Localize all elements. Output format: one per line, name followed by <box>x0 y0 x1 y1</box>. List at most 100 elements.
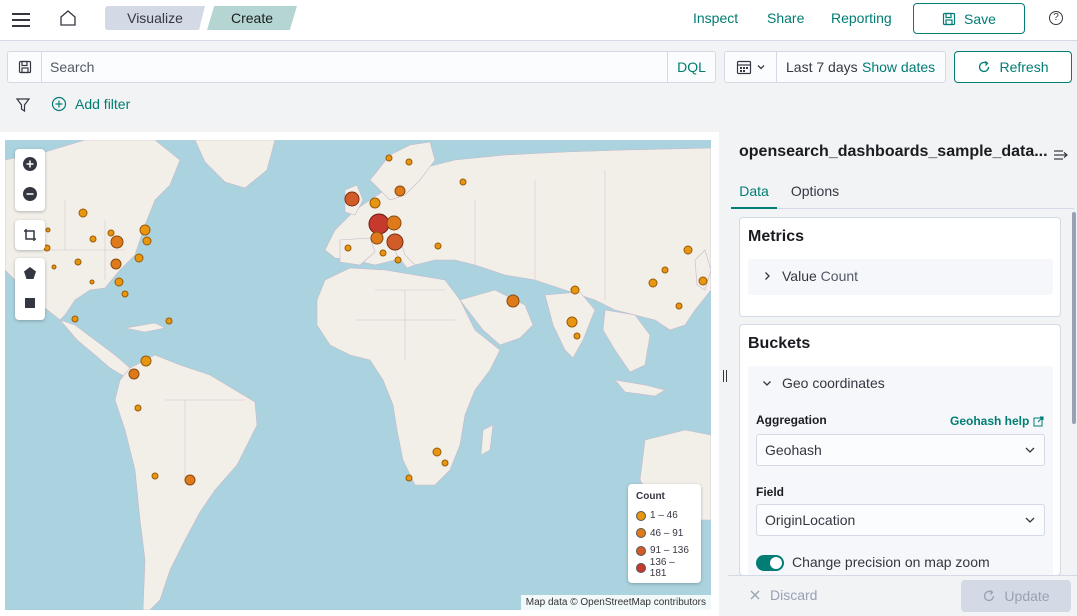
geohash-dot <box>344 244 352 252</box>
geohash-dot <box>71 315 79 323</box>
fit-bounds-control <box>15 220 45 250</box>
home-icon[interactable] <box>58 8 78 28</box>
add-filter-button[interactable]: Add filter <box>51 96 130 112</box>
collapse-sidebar-icon[interactable] <box>1053 148 1069 162</box>
calendar-icon <box>736 60 751 75</box>
save-icon <box>942 12 956 25</box>
geohash-dot <box>573 332 581 340</box>
refresh-icon <box>984 589 995 602</box>
geohash-help-link[interactable]: Geohash help <box>950 414 1044 428</box>
metrics-panel: Metrics Value Count <box>739 217 1061 317</box>
geohash-dot <box>369 197 381 209</box>
sidebar-scrollbar[interactable] <box>1072 212 1076 424</box>
legend-item: 46 – 91 <box>636 525 693 543</box>
legend-swatch <box>636 510 646 521</box>
geohash-dot <box>142 236 152 246</box>
geohash-dots <box>43 154 708 486</box>
query-bar: DQL <box>7 51 716 83</box>
bucket-header[interactable]: Geo coordinates <box>762 375 885 391</box>
legend-label: 46 – 91 <box>650 527 684 539</box>
geohash-dot <box>394 256 402 264</box>
crop-button[interactable] <box>15 220 45 250</box>
metric-value-count[interactable]: Value Count <box>748 259 1053 295</box>
buckets-panel: Buckets Geo coordinates Aggregation Geoh… <box>739 324 1061 577</box>
map-canvas[interactable]: Map data © OpenStreetMap contributors <box>5 140 711 610</box>
geohash-dot <box>432 447 442 457</box>
metric-prefix: Value <box>782 268 817 284</box>
geohash-dot <box>107 229 115 237</box>
geohash-dot <box>459 178 467 186</box>
field-label: Field <box>756 485 785 499</box>
geohash-dot <box>165 317 173 325</box>
breadcrumb-visualize[interactable]: Visualize <box>105 6 205 30</box>
filter-icon[interactable] <box>15 97 31 113</box>
zoom-out-button[interactable] <box>15 179 45 209</box>
help-icon[interactable]: ? <box>1049 11 1063 25</box>
share-link[interactable]: Share <box>767 10 804 26</box>
tab-options[interactable]: Options <box>785 176 845 209</box>
date-range-label[interactable]: Last 7 days <box>786 59 858 75</box>
geohash-dot <box>434 242 442 250</box>
draw-polygon-button[interactable] <box>15 258 45 288</box>
query-language-button[interactable]: DQL <box>667 52 715 82</box>
geohash-dot <box>344 191 360 207</box>
resize-handle[interactable] <box>723 370 727 382</box>
aggregation-label: Aggregation <box>756 413 827 427</box>
tab-data[interactable]: Data <box>731 176 777 209</box>
geohash-dot <box>110 235 124 249</box>
draw-rectangle-button[interactable] <box>15 288 45 318</box>
geohash-dot <box>386 215 402 231</box>
menu-icon[interactable] <box>10 9 32 31</box>
top-bar: Visualize Create Inspect Share Reporting… <box>0 0 1077 41</box>
geohash-dot <box>78 208 88 218</box>
geohash-dot <box>45 227 51 233</box>
geohash-dot <box>368 213 390 235</box>
metric-label: Value Count <box>782 268 858 284</box>
quick-date-button[interactable] <box>725 52 777 82</box>
aggregation-select[interactable]: Geohash <box>756 434 1045 466</box>
plus-circle-icon <box>23 157 37 171</box>
save-button[interactable]: Save <box>913 3 1025 34</box>
geohash-dot <box>405 158 413 166</box>
geohash-dot <box>114 277 124 287</box>
bucket-geo-coordinates: Geo coordinates Aggregation Geohash help… <box>748 366 1053 577</box>
polygon-icon <box>24 267 36 279</box>
refresh-label: Refresh <box>999 59 1049 75</box>
bucket-label: Geo coordinates <box>782 375 885 391</box>
update-button[interactable]: Update <box>961 580 1071 612</box>
chevron-down-icon <box>1025 447 1035 453</box>
geohash-dot <box>566 316 578 328</box>
refresh-button[interactable]: Refresh <box>954 51 1072 83</box>
geohash-dot <box>134 253 144 263</box>
discard-button[interactable]: Discard <box>750 587 817 603</box>
chevron-down-icon <box>1025 517 1035 523</box>
reporting-link[interactable]: Reporting <box>831 10 892 26</box>
metric-header: Value Count <box>762 268 858 284</box>
geohash-dot <box>140 355 152 367</box>
minus-circle-icon <box>23 187 37 201</box>
add-filter-label: Add filter <box>75 96 131 112</box>
inspect-link[interactable]: Inspect <box>693 10 738 26</box>
legend-label: 91 – 136 <box>650 545 689 557</box>
date-picker: Last 7 days Show dates <box>724 51 946 83</box>
legend-label: 136 – 181 <box>649 557 675 580</box>
geohash-dot <box>506 294 520 308</box>
precision-toggle[interactable] <box>756 555 784 571</box>
crop-icon <box>24 229 36 241</box>
buckets-title: Buckets <box>748 335 811 352</box>
chevron-down-icon <box>763 381 771 386</box>
saved-query-icon[interactable] <box>8 52 42 82</box>
geohash-dot <box>698 276 708 286</box>
legend-swatch <box>636 545 646 556</box>
square-icon <box>25 298 35 308</box>
editor-footer: Discard Update <box>728 575 1077 616</box>
refresh-icon <box>979 60 990 73</box>
field-select[interactable]: OriginLocation <box>756 504 1045 536</box>
geohash-dot <box>89 279 95 285</box>
show-dates-link[interactable]: Show dates <box>862 59 935 75</box>
save-label: Save <box>964 10 996 27</box>
zoom-in-button[interactable] <box>15 149 45 179</box>
search-input[interactable] <box>50 57 650 77</box>
geohash-dot <box>379 249 387 257</box>
precision-toggle-label: Change precision on map zoom <box>792 554 990 570</box>
